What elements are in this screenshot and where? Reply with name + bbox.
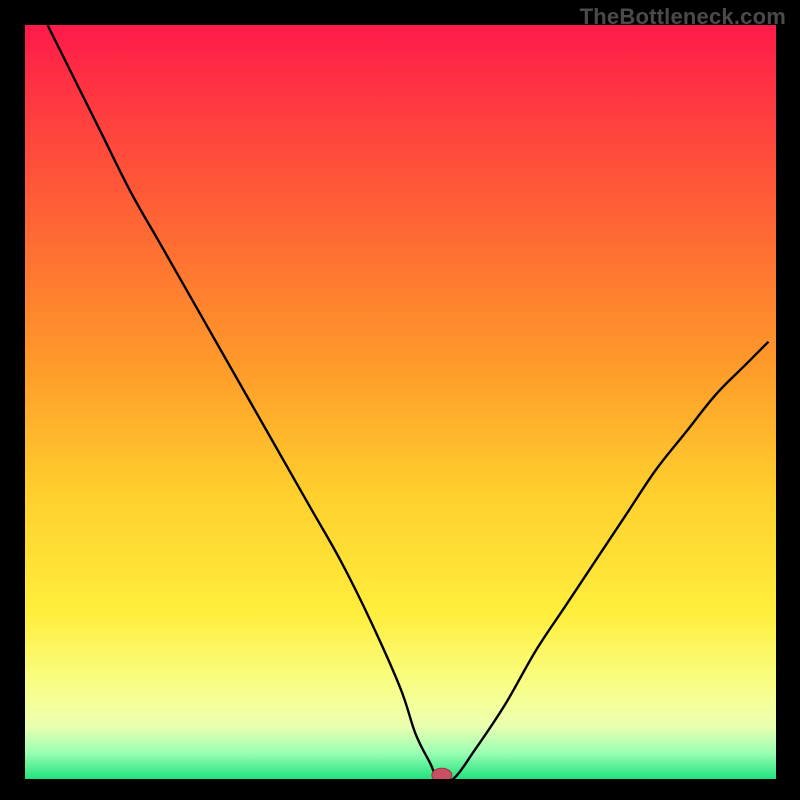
chart-frame: TheBottleneck.com [0, 0, 800, 800]
gradient-background [25, 25, 776, 779]
plot-area [25, 25, 776, 779]
bottleneck-chart [25, 25, 776, 779]
optimal-point-marker [432, 768, 452, 779]
watermark-text: TheBottleneck.com [580, 4, 786, 30]
